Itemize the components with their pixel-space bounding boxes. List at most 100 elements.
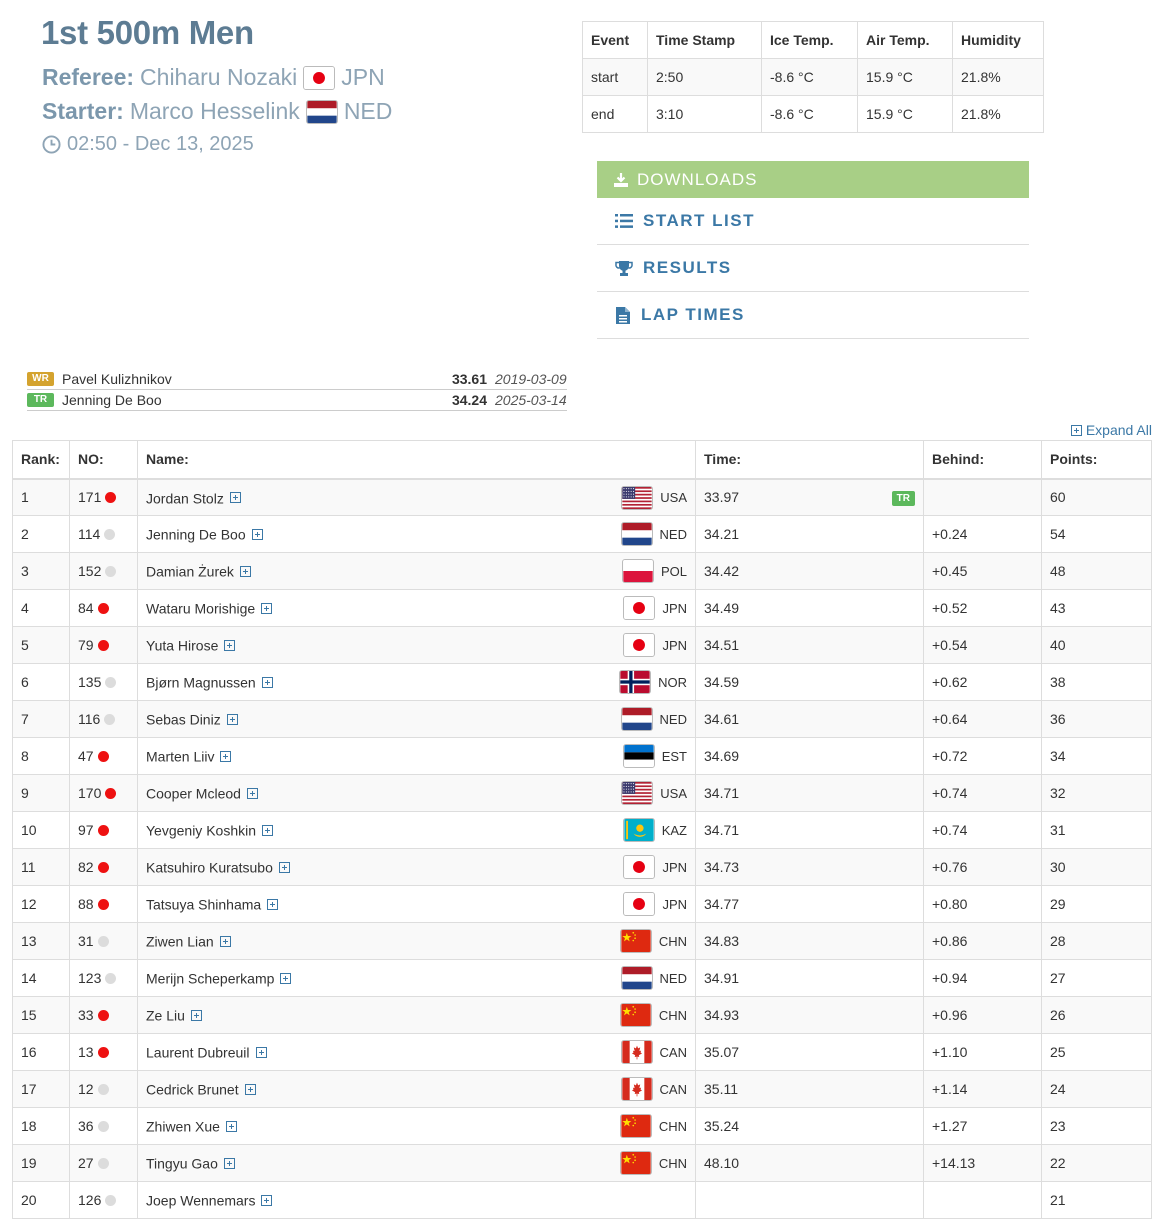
table-row[interactable]: 16 13 Laurent Dubreuil CAN 35.07 +1.10 25 bbox=[12, 1033, 1152, 1071]
nation: USA bbox=[621, 485, 687, 510]
bib-number: 36 bbox=[78, 1118, 94, 1134]
name-cell: Tingyu Gao CHN bbox=[137, 1144, 696, 1182]
expand-row-icon[interactable] bbox=[261, 677, 273, 689]
status-dot-icon bbox=[97, 603, 109, 614]
nation: CHN bbox=[619, 1003, 687, 1027]
points-cell: 25 bbox=[1041, 1033, 1152, 1071]
flag-est-icon bbox=[622, 744, 655, 768]
expand-row-icon[interactable] bbox=[261, 603, 273, 615]
expand-row-icon[interactable] bbox=[244, 1084, 256, 1096]
name-cell: Marten Liiv EST bbox=[137, 737, 696, 775]
race-time: 33.97 bbox=[704, 489, 740, 506]
expand-row-icon[interactable] bbox=[267, 899, 279, 911]
table-row[interactable]: 10 97 Yevgeniy Koshkin KAZ 34.71 +0.74 31 bbox=[12, 811, 1152, 849]
expand-row-icon[interactable] bbox=[190, 1010, 202, 1022]
table-row[interactable]: 2 114 Jenning De Boo NED 34.21 +0.24 54 bbox=[12, 515, 1152, 553]
table-row[interactable]: 11 82 Katsuhiro Kuratsubo JPN 34.73 +0.76 30 bbox=[12, 848, 1152, 886]
nation: JPN bbox=[623, 892, 687, 916]
starter-nation: NED bbox=[343, 98, 393, 124]
table-row[interactable]: 12 88 Tatsuya Shinhama JPN 34.77 +0.80 29 bbox=[12, 885, 1152, 923]
expand-row-icon[interactable] bbox=[261, 1195, 273, 1207]
start-list-link[interactable]: START LIST bbox=[597, 198, 1029, 245]
behind-cell: +0.86 bbox=[923, 922, 1042, 960]
status-dot-icon bbox=[105, 566, 117, 577]
bib-number: 123 bbox=[78, 970, 102, 986]
nation: NED bbox=[620, 707, 687, 731]
expand-row-icon[interactable] bbox=[251, 529, 263, 541]
table-row[interactable]: 13 31 Ziwen Lian CHN 34.83 +0.86 28 bbox=[12, 922, 1152, 960]
results-table: Rank: NO: Name: Time: Behind: Points: 11… bbox=[12, 440, 1152, 1219]
expand-all-button[interactable]: Expand All bbox=[1070, 422, 1152, 438]
flag-chn-icon bbox=[619, 1151, 652, 1175]
table-row[interactable]: 15 33 Ze Liu CHN 34.93 +0.96 26 bbox=[12, 996, 1152, 1034]
table-row[interactable]: 19 27 Tingyu Gao CHN 48.10 +14.13 22 bbox=[12, 1144, 1152, 1182]
nation-code: CHN bbox=[658, 1118, 687, 1134]
expand-row-icon[interactable] bbox=[278, 862, 290, 874]
results-link[interactable]: RESULTS bbox=[597, 245, 1029, 292]
expand-row-icon[interactable] bbox=[246, 788, 258, 800]
time-cell: 34.71 bbox=[695, 811, 924, 849]
datetime-text: 02:50 - Dec 13, 2025 bbox=[67, 133, 254, 155]
table-row[interactable]: 3 152 Damian Żurek POL 34.42 +0.45 48 bbox=[12, 552, 1152, 590]
no-cell: 88 bbox=[69, 885, 138, 923]
nation: JPN bbox=[623, 855, 687, 879]
points-cell: 27 bbox=[1041, 959, 1152, 997]
results-label: RESULTS bbox=[643, 258, 732, 277]
status-dot-icon bbox=[105, 1195, 117, 1206]
expand-row-icon[interactable] bbox=[220, 751, 232, 763]
table-row[interactable]: 18 36 Zhiwen Xue CHN 35.24 +1.27 23 bbox=[12, 1107, 1152, 1145]
expand-row-icon[interactable] bbox=[224, 640, 236, 652]
time-cell: 34.51 bbox=[695, 626, 924, 664]
cond-cell: 15.9 °C bbox=[857, 95, 953, 133]
table-row[interactable]: 8 47 Marten Liiv EST 34.69 +0.72 34 bbox=[12, 737, 1152, 775]
expand-row-icon[interactable] bbox=[226, 714, 238, 726]
col-no-header: NO: bbox=[69, 440, 138, 480]
record-date: 2025-03-14 bbox=[495, 392, 567, 408]
nation-code: NED bbox=[659, 526, 687, 542]
points-cell: 32 bbox=[1041, 774, 1152, 812]
table-row[interactable]: 5 79 Yuta Hirose JPN 34.51 +0.54 40 bbox=[12, 626, 1152, 664]
rank-cell: 19 bbox=[12, 1144, 70, 1182]
flag-jpn-icon bbox=[303, 65, 336, 90]
behind-cell: +1.14 bbox=[923, 1070, 1042, 1108]
nation-code: JPN bbox=[662, 637, 687, 653]
bib-number: 79 bbox=[78, 637, 94, 653]
no-cell: 114 bbox=[69, 515, 138, 553]
name-cell: Yevgeniy Koshkin KAZ bbox=[137, 811, 696, 849]
table-row[interactable]: 1 171 Jordan Stolz USA 33.97 TR 60 bbox=[12, 478, 1152, 516]
table-row[interactable]: 9 170 Cooper Mcleod USA 34.71 +0.74 32 bbox=[12, 774, 1152, 812]
expand-row-icon[interactable] bbox=[239, 566, 251, 578]
expand-row-icon[interactable] bbox=[223, 1158, 235, 1170]
no-cell: 123 bbox=[69, 959, 138, 997]
table-row[interactable]: 7 116 Sebas Diniz NED 34.61 +0.64 36 bbox=[12, 700, 1152, 738]
name-cell: Bjørn Magnussen NOR bbox=[137, 663, 696, 701]
downloads-header: DOWNLOADS bbox=[597, 161, 1029, 198]
points-cell: 28 bbox=[1041, 922, 1152, 960]
table-row[interactable]: 6 135 Bjørn Magnussen NOR 34.59 +0.62 38 bbox=[12, 663, 1152, 701]
name-cell: Cooper Mcleod USA bbox=[137, 774, 696, 812]
lap-times-link[interactable]: LAP TIMES bbox=[597, 292, 1029, 339]
table-row[interactable]: 17 12 Cedrick Brunet CAN 35.11 +1.14 24 bbox=[12, 1070, 1152, 1108]
rank-cell: 14 bbox=[12, 959, 70, 997]
no-cell: 97 bbox=[69, 811, 138, 849]
skater-name: Bjørn Magnussen bbox=[146, 674, 256, 691]
status-dot-icon bbox=[97, 1047, 109, 1058]
table-row[interactable]: 20 126 Joep Wennemars 21 bbox=[12, 1181, 1152, 1219]
referee-label: Referee: bbox=[42, 64, 135, 90]
race-time: 34.71 bbox=[704, 822, 740, 838]
behind-cell: +1.10 bbox=[923, 1033, 1042, 1071]
expand-row-icon[interactable] bbox=[219, 936, 231, 948]
expand-row-icon[interactable] bbox=[255, 1047, 267, 1059]
flag-jpn-icon bbox=[623, 633, 656, 657]
expand-row-icon[interactable] bbox=[280, 973, 292, 985]
nation-code: KAZ bbox=[661, 822, 687, 838]
bib-number: 88 bbox=[78, 896, 94, 912]
expand-row-icon[interactable] bbox=[225, 1121, 237, 1133]
track-record-badge: TR bbox=[891, 490, 915, 506]
table-row[interactable]: 4 84 Wataru Morishige JPN 34.49 +0.52 43 bbox=[12, 589, 1152, 627]
table-row[interactable]: 14 123 Merijn Scheperkamp NED 34.91 +0.94 27 bbox=[12, 959, 1152, 997]
skater-name: Tingyu Gao bbox=[146, 1155, 218, 1172]
points-cell: 21 bbox=[1041, 1181, 1152, 1219]
expand-row-icon[interactable] bbox=[229, 492, 241, 504]
expand-row-icon[interactable] bbox=[262, 825, 274, 837]
